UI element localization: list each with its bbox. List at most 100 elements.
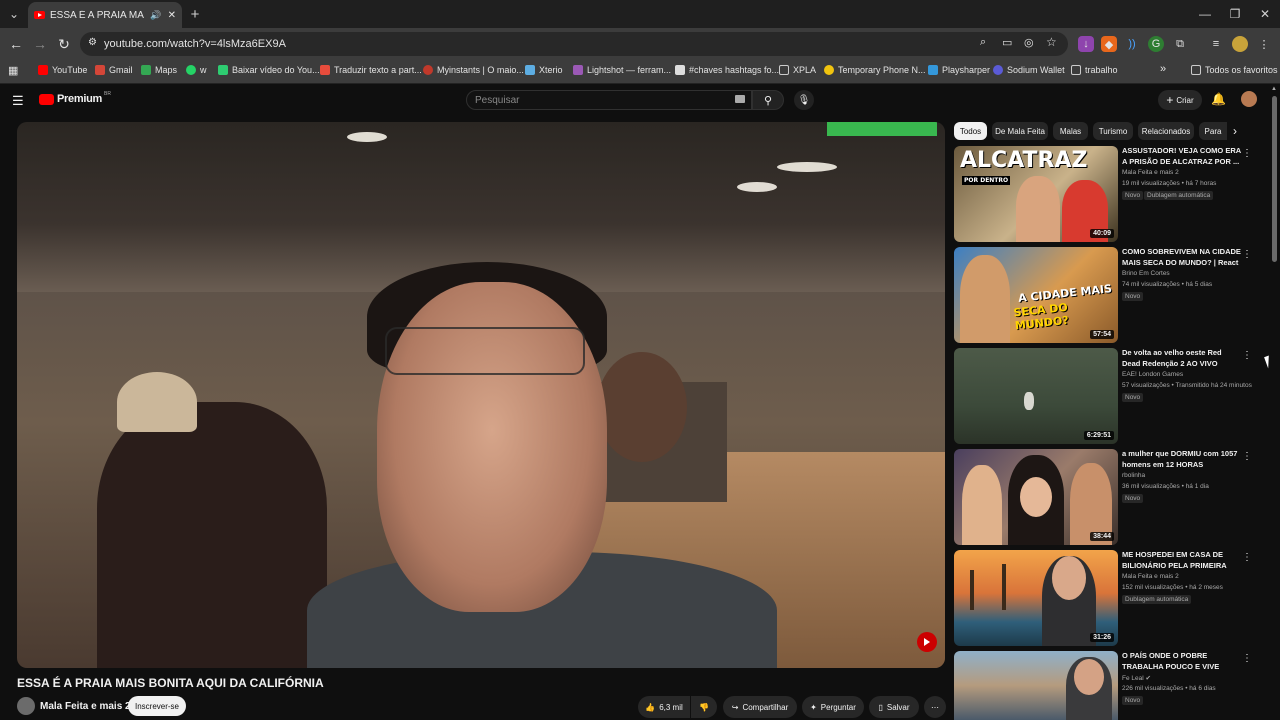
share-button[interactable]: ↪ Compartilhar: [723, 696, 797, 718]
bookmark-myinstants[interactable]: Myinstants | O maio...: [423, 65, 524, 75]
close-tab-icon[interactable]: ✕: [168, 10, 176, 21]
bookmark-star-icon[interactable]: ☆: [1046, 35, 1057, 49]
recommendation-item[interactable]: A CIDADE MAIS SECA DO MUNDO? 57:54 COMO …: [954, 247, 1270, 343]
more-options-icon[interactable]: ⋮: [1242, 451, 1252, 462]
audio-extension-icon[interactable]: )): [1124, 36, 1140, 52]
like-button[interactable]: 👍 6,3 mil: [638, 696, 690, 718]
bookmark-xpla[interactable]: XPLA: [779, 65, 816, 75]
back-icon[interactable]: ←: [4, 28, 28, 60]
chip-malas[interactable]: Malas: [1053, 122, 1088, 140]
channel-watermark-icon[interactable]: [917, 632, 937, 652]
more-actions-icon[interactable]: ⋯: [924, 696, 946, 718]
video-thumbnail[interactable]: [954, 651, 1118, 720]
recommendation-title[interactable]: O PAÍS ONDE O POBRE TRABALHA POUCO E VIV…: [1122, 651, 1242, 673]
more-bookmarks-icon[interactable]: »: [1160, 63, 1166, 75]
minimize-icon[interactable]: —: [1188, 0, 1222, 28]
bookmark-xterio[interactable]: Xterio: [525, 65, 563, 75]
video-thumbnail[interactable]: 38:44: [954, 449, 1118, 545]
channel-avatar[interactable]: [17, 697, 35, 715]
green-extension-icon[interactable]: G: [1148, 36, 1164, 52]
account-avatar[interactable]: [1241, 91, 1257, 107]
bookmark-baixar-video[interactable]: Baixar vídeo do You...: [218, 65, 320, 75]
bookmark-maps[interactable]: Maps: [141, 65, 177, 75]
all-bookmarks-folder[interactable]: Todos os favoritos: [1191, 65, 1278, 75]
save-button[interactable]: ▯ Salvar: [869, 696, 919, 718]
reload-icon[interactable]: ↻: [52, 28, 76, 60]
bookmark-lightshot[interactable]: Lightshot — ferram...: [573, 65, 671, 75]
dislike-button[interactable]: 👎: [691, 696, 717, 718]
page-scrollbar[interactable]: [1272, 96, 1277, 262]
bookmark-whatsapp[interactable]: w: [186, 65, 207, 75]
close-window-icon[interactable]: ✕: [1248, 0, 1280, 28]
cast-icon[interactable]: ▭: [1002, 36, 1012, 49]
more-options-icon[interactable]: ⋮: [1242, 249, 1252, 260]
download-extension-icon[interactable]: ↓: [1078, 36, 1094, 52]
tab-search-icon[interactable]: ⌄: [0, 0, 28, 28]
video-thumbnail[interactable]: 31:26: [954, 550, 1118, 646]
create-button[interactable]: + Criar: [1158, 90, 1202, 110]
fox-extension-icon[interactable]: ◆: [1101, 36, 1117, 52]
video-thumbnail[interactable]: A CIDADE MAIS SECA DO MUNDO? 57:54: [954, 247, 1118, 343]
apps-grid-icon[interactable]: ▦: [8, 64, 18, 77]
bookmark-gmail[interactable]: Gmail: [95, 65, 133, 75]
recommendation-title[interactable]: ASSUSTADOR! VEJA COMO ERA A PRISÃO DE AL…: [1122, 146, 1242, 167]
channel-name[interactable]: Mala Feita e mais 2: [40, 701, 131, 712]
bookmark-sodium-wallet[interactable]: Sodium Wallet: [993, 65, 1065, 75]
recommendation-item[interactable]: ALCATRAZ POR DENTRO 40:09 ASSUSTADOR! VE…: [954, 146, 1270, 242]
bookmark-chaves-hashtags[interactable]: #chaves hashtags fo...: [675, 65, 779, 75]
search-input[interactable]: Pesquisar: [466, 90, 752, 110]
recommendation-channel[interactable]: Fe Leal ✔: [1122, 674, 1151, 682]
recommendation-title[interactable]: ME HOSPEDEI EM CASA DE BILIONÁRIO PELA P…: [1122, 550, 1242, 572]
menu-hamburger-icon[interactable]: ☰: [12, 93, 24, 109]
more-options-icon[interactable]: ⋮: [1242, 552, 1252, 563]
recommendation-item[interactable]: 6:29:51 De volta ao velho oeste Red Dead…: [954, 348, 1270, 444]
ask-button[interactable]: ✦ Perguntar: [802, 696, 864, 718]
youtube-premium-logo[interactable]: Premium BR: [39, 91, 111, 105]
address-bar[interactable]: ⚙ youtube.com/watch?v=4lsMza6EX9A ⌕ ▭ ◎ …: [80, 32, 1068, 56]
recommendation-item[interactable]: O PAÍS ONDE O POBRE TRABALHA POUCO E VIV…: [954, 651, 1270, 720]
recommendation-title[interactable]: De volta ao velho oeste Red Dead Redençã…: [1122, 348, 1242, 370]
chips-next-icon[interactable]: ›: [1233, 124, 1237, 138]
browser-menu-icon[interactable]: ⋮: [1256, 36, 1272, 52]
recommendation-channel[interactable]: rbolinha: [1122, 472, 1145, 479]
profile-avatar[interactable]: [1232, 36, 1248, 52]
chip-todos[interactable]: Todos: [954, 122, 987, 140]
chip-relacionados[interactable]: Relacionados: [1138, 122, 1194, 140]
audio-icon[interactable]: 🔊: [150, 10, 161, 21]
maximize-icon[interactable]: ❐: [1218, 0, 1252, 28]
zoom-icon[interactable]: ⌕: [980, 36, 986, 49]
recommendation-title[interactable]: a mulher que DORMIU com 1057 homens em 1…: [1122, 449, 1242, 470]
more-options-icon[interactable]: ⋮: [1242, 653, 1252, 664]
search-button[interactable]: ⚲: [752, 90, 784, 110]
bookmark-traduzir[interactable]: Traduzir texto a part...: [320, 65, 422, 75]
more-options-icon[interactable]: ⋮: [1242, 148, 1252, 159]
recommendation-title[interactable]: COMO SOBREVIVEM NA CIDADE MAIS SECA DO M…: [1122, 247, 1242, 269]
bookmark-temporary-phone[interactable]: Temporary Phone N...: [824, 65, 926, 75]
bookmark-youtube[interactable]: YouTube: [38, 65, 87, 75]
video-thumbnail[interactable]: ALCATRAZ POR DENTRO 40:09: [954, 146, 1118, 242]
notifications-bell-icon[interactable]: 🔔: [1211, 92, 1226, 106]
voice-search-icon[interactable]: 🎙: [794, 90, 814, 110]
site-info-icon[interactable]: ⚙: [88, 37, 97, 48]
recommendation-channel[interactable]: Mala Feita e mais 2: [1122, 573, 1179, 580]
subscribe-button[interactable]: Inscrever-se: [128, 696, 186, 716]
recommendation-item[interactable]: 31:26 ME HOSPEDEI EM CASA DE BILIONÁRIO …: [954, 550, 1270, 646]
keyboard-icon[interactable]: [735, 95, 745, 103]
recommendation-channel[interactable]: Mala Feita e mais 2: [1122, 169, 1179, 176]
chip-turismo[interactable]: Turismo: [1093, 122, 1133, 140]
bookmark-trabalho[interactable]: trabalho: [1071, 65, 1118, 75]
recommendation-item[interactable]: 38:44 a mulher que DORMIU com 1057 homen…: [954, 449, 1270, 545]
forward-icon[interactable]: →: [28, 28, 52, 60]
more-options-icon[interactable]: ⋮: [1242, 350, 1252, 361]
eye-off-icon[interactable]: ◎: [1024, 36, 1034, 49]
recommendation-channel[interactable]: Brino Em Cortes: [1122, 270, 1170, 277]
chip-de-mala-feita[interactable]: De Mala Feita: [992, 122, 1048, 140]
new-tab-icon[interactable]: +: [182, 0, 208, 28]
bookmark-playsharper[interactable]: Playsharper: [928, 65, 990, 75]
chip-para[interactable]: Para: [1199, 122, 1227, 140]
scroll-up-icon[interactable]: ▲: [1271, 86, 1277, 92]
extensions-puzzle-icon[interactable]: ⧉: [1172, 36, 1188, 52]
recommendation-channel[interactable]: EAE! London Games: [1122, 371, 1183, 378]
browser-tab[interactable]: ESSA É A PRAIA MAIS BONI 🔊 ✕: [28, 2, 182, 28]
media-controls-icon[interactable]: ≡: [1208, 36, 1224, 52]
